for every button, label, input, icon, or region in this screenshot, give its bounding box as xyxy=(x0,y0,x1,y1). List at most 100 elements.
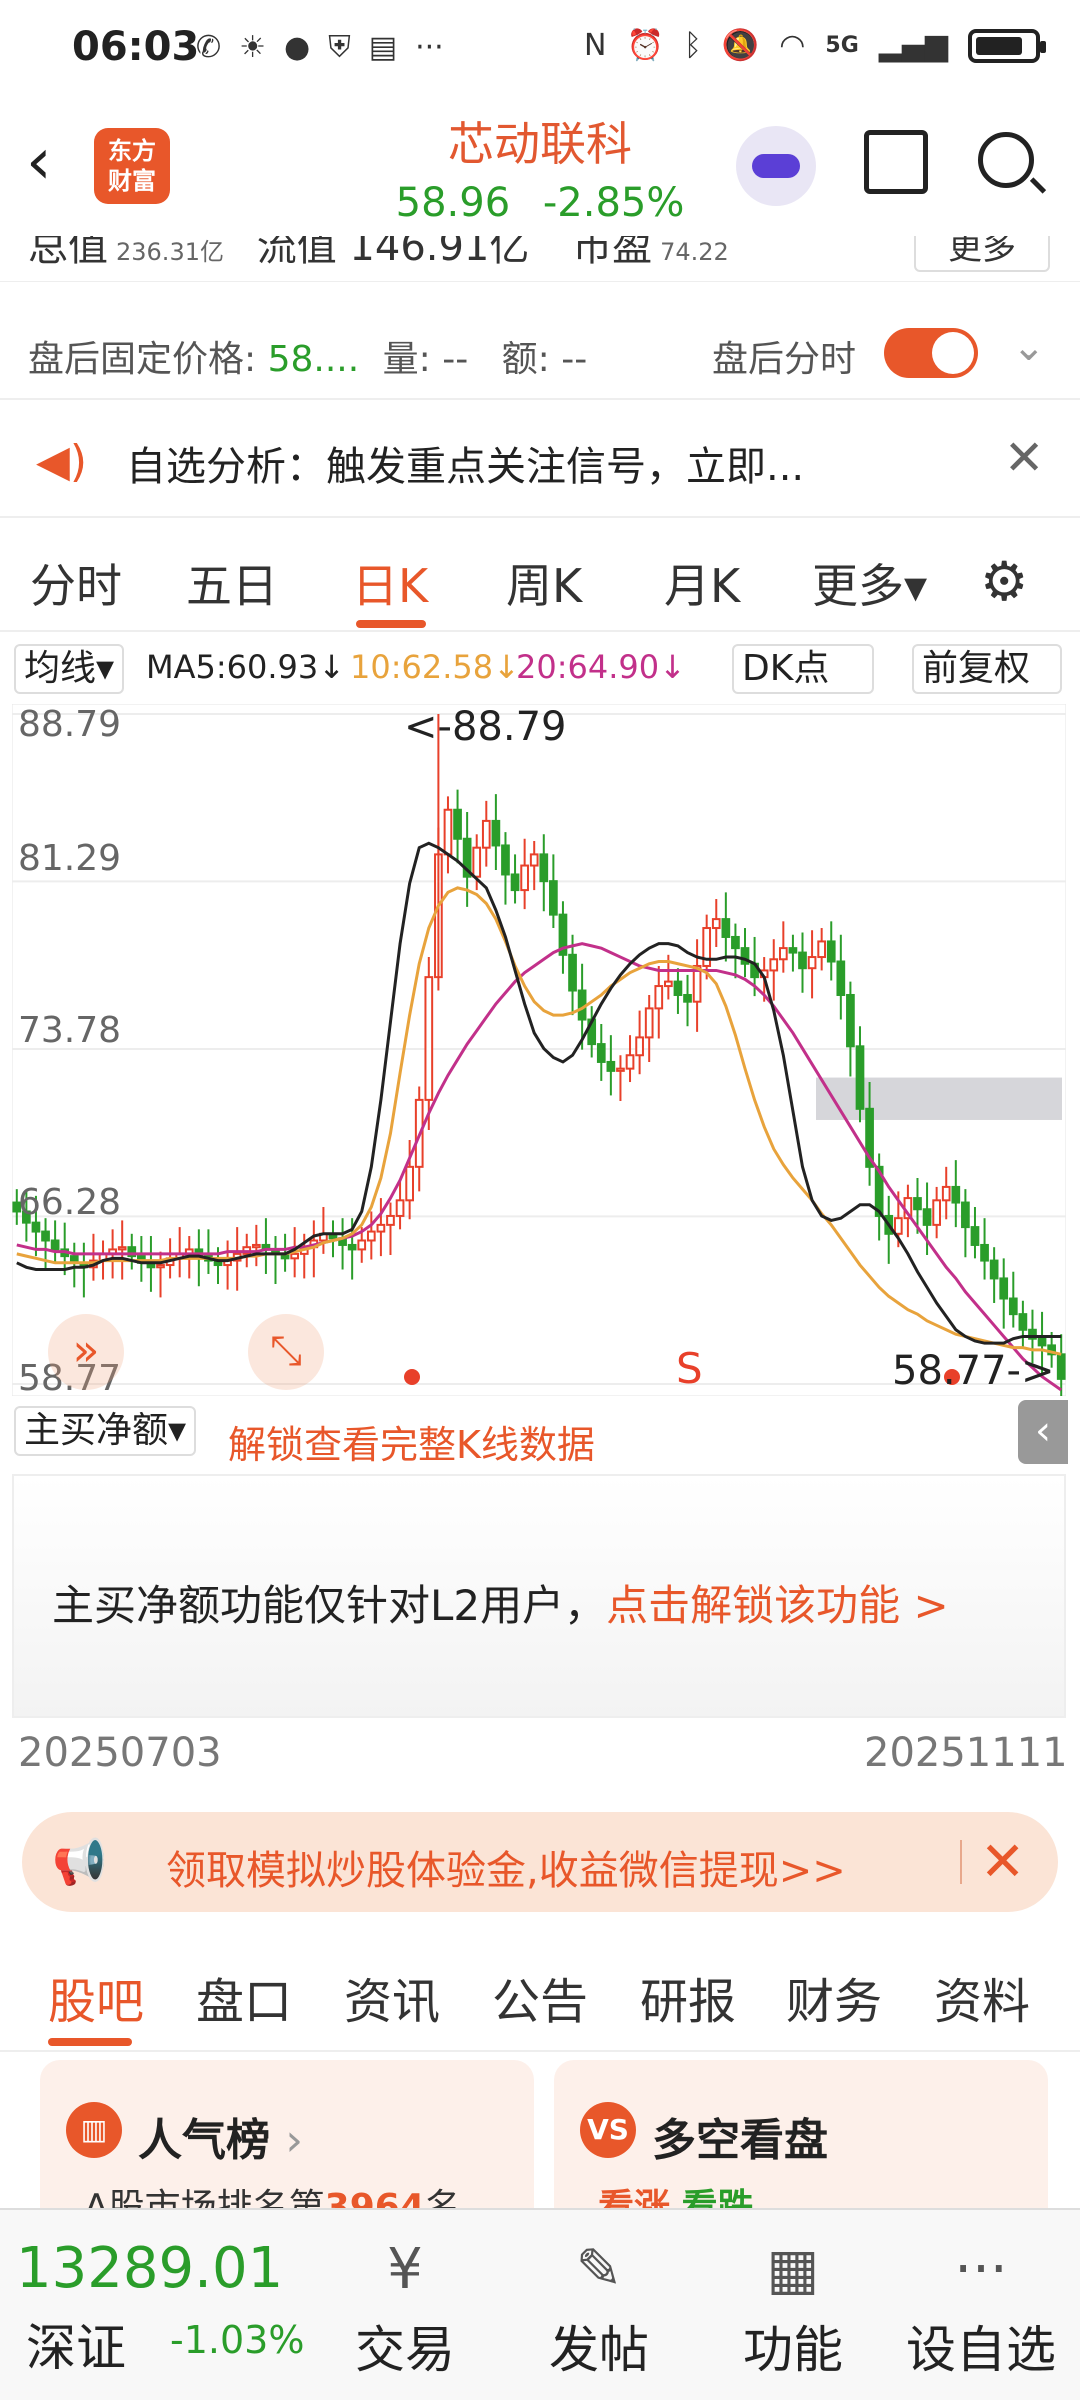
price-adjust-button[interactable]: 前复权 xyxy=(912,644,1062,694)
shield-icon: ⛨ xyxy=(328,30,351,65)
tab-guba[interactable]: 股吧 xyxy=(48,1962,144,2032)
unlock-kline-link[interactable]: 解锁查看完整K线数据 xyxy=(228,1414,595,1469)
candle-body xyxy=(817,940,827,959)
candle-body xyxy=(798,951,807,970)
promo-banner[interactable]: 📢 领取模拟炒股体验金,收益微信提现>> ✕ xyxy=(22,1812,1058,1912)
rank-suffix: 名 xyxy=(424,2187,461,2210)
tab-five-day[interactable]: 五日 xyxy=(186,550,278,616)
candle-body xyxy=(31,1221,41,1233)
close-icon[interactable]: ✕ xyxy=(1004,430,1044,486)
nav-trade[interactable]: ¥ 交易 xyxy=(330,2230,480,2382)
total-value: 236.31亿 xyxy=(116,238,224,266)
tab-profile[interactable]: 资料 xyxy=(934,1962,1030,2032)
clock: 06:03 xyxy=(72,24,200,70)
candle-body xyxy=(117,1246,127,1251)
candle-body xyxy=(424,976,434,1101)
vs-icon: VS xyxy=(580,2102,636,2158)
float-value-label: 流值 xyxy=(256,236,337,270)
nav-functions[interactable]: ▦ 功能 xyxy=(718,2230,868,2382)
ma5-value: MA5:60.93↓ xyxy=(146,648,346,686)
l2-locked-panel: 主买净额功能仅针对L2用户，点击解锁该功能 > xyxy=(12,1474,1066,1718)
nav-add-watchlist[interactable]: ··· 设自选 xyxy=(906,2230,1056,2382)
stock-header: ‹ 东方 财富 芯动联科 58.96 -2.85% xyxy=(0,100,1080,236)
nav-label: 发帖 xyxy=(549,2321,649,2379)
candle-body xyxy=(251,1243,261,1249)
bull-label: 看涨 xyxy=(598,2187,671,2210)
gear-icon[interactable]: ⚙ xyxy=(980,550,1028,613)
close-icon[interactable]: ✕ xyxy=(980,1830,1025,1893)
wallet-icon: ▤ xyxy=(368,30,398,65)
candle-body xyxy=(386,1214,395,1226)
fixed-price-value: 58.... xyxy=(267,339,360,380)
nav-label: 设自选 xyxy=(906,2321,1056,2379)
high-marker: <-88.79 xyxy=(404,704,567,750)
candle-body xyxy=(41,1230,50,1242)
candle-body xyxy=(711,918,721,930)
share-icon[interactable] xyxy=(864,130,928,194)
more-notifications-icon: ··· xyxy=(415,30,444,65)
network-label: 5G xyxy=(825,33,859,58)
tab-announcements[interactable]: 公告 xyxy=(492,1962,588,2032)
highlight-band xyxy=(816,1077,1062,1120)
total-value-label: 总值 xyxy=(28,236,108,270)
candle-body xyxy=(970,1226,980,1246)
kline-chart[interactable]: 88.79 81.29 73.78 66.28 58.77 <-88.79 58… xyxy=(12,704,1066,1399)
index-value[interactable]: 13289.01 xyxy=(16,2236,283,2301)
candle-body xyxy=(1008,1297,1018,1316)
popularity-card[interactable]: ▥ 人气榜 › A股市场排名第3964名 xyxy=(40,2060,534,2210)
volume-label: 量: xyxy=(382,339,431,380)
pe-label: 市盈 xyxy=(572,236,653,270)
candle-body xyxy=(941,1185,951,1202)
candle-body xyxy=(520,864,529,892)
candle-body xyxy=(395,1199,405,1217)
candle-body xyxy=(405,1165,414,1202)
candle-body xyxy=(932,1199,941,1226)
indicator-selector[interactable]: 主买净额▾ xyxy=(14,1406,197,1456)
amount-value: -- xyxy=(561,339,588,380)
bluetooth-icon: ᛒ xyxy=(683,28,702,63)
y-tick-label: 66.28 xyxy=(18,1182,122,1223)
assistant-robot-icon[interactable] xyxy=(736,126,816,206)
candle-body xyxy=(644,1007,654,1039)
candle-body xyxy=(721,918,731,938)
nav-post[interactable]: ✎ 发帖 xyxy=(524,2230,674,2382)
edit-icon: ✎ xyxy=(575,2237,623,2302)
candle-body xyxy=(788,947,798,954)
expand-left-icon[interactable]: » xyxy=(48,1314,124,1390)
unlock-feature-link[interactable]: 点击解锁该功能 > xyxy=(606,1581,949,1630)
y-tick-label: 73.78 xyxy=(18,1010,122,1051)
candle-body xyxy=(635,1036,644,1057)
tab-weekly-k[interactable]: 周K xyxy=(506,550,582,616)
watchlist-alert-banner[interactable]: ◀) 自选分析：触发重点关注信号，立即... ✕ xyxy=(0,400,1080,518)
tab-news[interactable]: 资讯 xyxy=(344,1962,440,2032)
search-icon[interactable] xyxy=(978,132,1034,188)
candle-body xyxy=(846,993,855,1048)
after-hours-toggle[interactable] xyxy=(884,328,978,378)
dk-point-button[interactable]: DK点 xyxy=(732,644,874,694)
more-metrics-button[interactable]: 更多 xyxy=(914,236,1050,272)
tab-financials[interactable]: 财务 xyxy=(786,1962,882,2032)
tab-daily-k[interactable]: 日K xyxy=(352,550,428,616)
chevron-left-icon[interactable]: ‹ xyxy=(1018,1400,1068,1464)
candle-body xyxy=(1037,1337,1047,1347)
candle-body xyxy=(826,940,836,963)
bull-bear-card[interactable]: VS 多空看盘 看涨 看跌 xyxy=(554,2060,1048,2210)
candle-body xyxy=(731,935,740,950)
after-hours-timeshare-label: 盘后分时 xyxy=(712,339,857,380)
chevron-right-icon: › xyxy=(285,2115,303,2166)
candle-body xyxy=(50,1239,60,1251)
tab-more[interactable]: 更多▾ xyxy=(812,550,927,616)
index-name[interactable]: 深证 xyxy=(26,2308,126,2380)
chevron-down-icon[interactable]: ⌄ xyxy=(1012,324,1046,370)
fullscreen-icon[interactable]: ⤡ xyxy=(248,1314,324,1390)
candle-body xyxy=(1056,1353,1066,1380)
valuation-metrics: 总值 236.31亿 流值 146.91亿 市盈 74.22 更多 xyxy=(0,236,1080,282)
tab-intraday[interactable]: 分时 xyxy=(30,550,122,616)
ma-selector[interactable]: 均线▾ xyxy=(14,644,125,694)
candle-body xyxy=(453,808,462,840)
tab-order-book[interactable]: 盘口 xyxy=(196,1962,292,2032)
tab-monthly-k[interactable]: 月K xyxy=(664,550,740,616)
card-subtitle: A股市场排名第3964名 xyxy=(84,2178,461,2210)
candle-body xyxy=(989,1259,999,1280)
tab-research[interactable]: 研报 xyxy=(640,1962,736,2032)
